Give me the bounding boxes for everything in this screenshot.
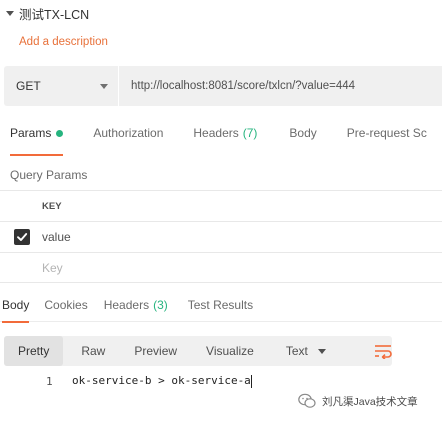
caret-down-icon[interactable] bbox=[6, 10, 14, 16]
param-checkbox[interactable] bbox=[14, 229, 30, 245]
tab-response-body[interactable]: Body bbox=[2, 290, 30, 323]
chevron-down-icon bbox=[317, 348, 326, 354]
url-bar: GET http://localhost:8081/score/txlcn/?v… bbox=[4, 66, 442, 106]
raw-button[interactable]: Raw bbox=[81, 336, 105, 366]
tab-label: Authorization bbox=[93, 126, 164, 140]
request-title-row[interactable]: 测试TX-LCN bbox=[6, 4, 89, 22]
query-params-table: KEY value Key bbox=[0, 190, 442, 283]
table-header: KEY bbox=[0, 190, 442, 221]
table-row: value bbox=[0, 221, 442, 252]
pretty-button[interactable]: Pretty bbox=[4, 336, 64, 366]
line-number: 1 bbox=[46, 374, 53, 388]
tab-body[interactable]: Body bbox=[289, 122, 316, 156]
key-column-header: KEY bbox=[42, 200, 62, 212]
format-select[interactable]: Text bbox=[286, 336, 326, 366]
watermark: 刘凡渠Java技术文章 bbox=[298, 393, 418, 409]
tab-label: Test Results bbox=[187, 297, 254, 312]
url-input[interactable]: http://localhost:8081/score/txlcn/?value… bbox=[119, 66, 442, 106]
tab-headers[interactable]: Headers (7) bbox=[193, 122, 257, 156]
tab-label: Body bbox=[2, 297, 30, 312]
request-name[interactable]: 测试TX-LCN bbox=[19, 4, 89, 23]
preview-button[interactable]: Preview bbox=[134, 336, 177, 366]
tab-label: Body bbox=[289, 126, 317, 140]
format-value: Text bbox=[285, 344, 308, 358]
tab-response-headers[interactable]: Headers (3) bbox=[104, 290, 168, 322]
headers-count: (3) bbox=[153, 297, 168, 312]
method-value: GET bbox=[16, 79, 41, 93]
visualize-button[interactable]: Visualize bbox=[206, 336, 254, 366]
params-indicator-dot bbox=[56, 129, 64, 137]
text-cursor bbox=[250, 374, 252, 388]
tab-pre-request-script[interactable]: Pre-request Sc bbox=[347, 122, 427, 156]
response-tabs: Body Cookies Headers (3) Test Results bbox=[0, 290, 442, 323]
param-key[interactable]: value bbox=[42, 230, 71, 244]
response-body-editor[interactable]: ok-service-b > ok-service-a bbox=[72, 374, 252, 388]
request-tabs: Params Authorization Headers (7) Body Pr… bbox=[0, 122, 442, 156]
tab-authorization[interactable]: Authorization bbox=[93, 122, 163, 156]
tab-params[interactable]: Params bbox=[10, 122, 64, 156]
watermark-text: 刘凡渠Java技术文章 bbox=[322, 395, 418, 408]
checkmark-icon bbox=[17, 233, 28, 241]
tab-label: Headers bbox=[103, 297, 150, 312]
tab-label: Params bbox=[10, 126, 52, 140]
wrap-lines-icon bbox=[375, 345, 392, 359]
tab-label: Cookies bbox=[44, 297, 88, 312]
tab-test-results[interactable]: Test Results bbox=[188, 290, 253, 322]
add-description-link[interactable]: Add a description bbox=[19, 36, 108, 48]
wechat-icon bbox=[298, 393, 316, 408]
table-row-new: Key bbox=[0, 252, 442, 283]
query-params-title: Query Params bbox=[10, 168, 88, 182]
wrap-lines-button[interactable] bbox=[370, 336, 396, 366]
chevron-down-icon bbox=[100, 83, 108, 89]
tab-label: Headers bbox=[193, 126, 239, 140]
response-body-text: ok-service-b > ok-service-a bbox=[72, 374, 251, 388]
view-mode-bar: Pretty Raw Preview Visualize Text bbox=[4, 336, 392, 366]
tab-cookies[interactable]: Cookies bbox=[44, 290, 87, 322]
method-select[interactable]: GET bbox=[4, 66, 118, 106]
new-key-input[interactable]: Key bbox=[42, 261, 63, 275]
tab-label: Pre-request Sc bbox=[346, 126, 427, 140]
headers-count: (7) bbox=[242, 126, 258, 140]
